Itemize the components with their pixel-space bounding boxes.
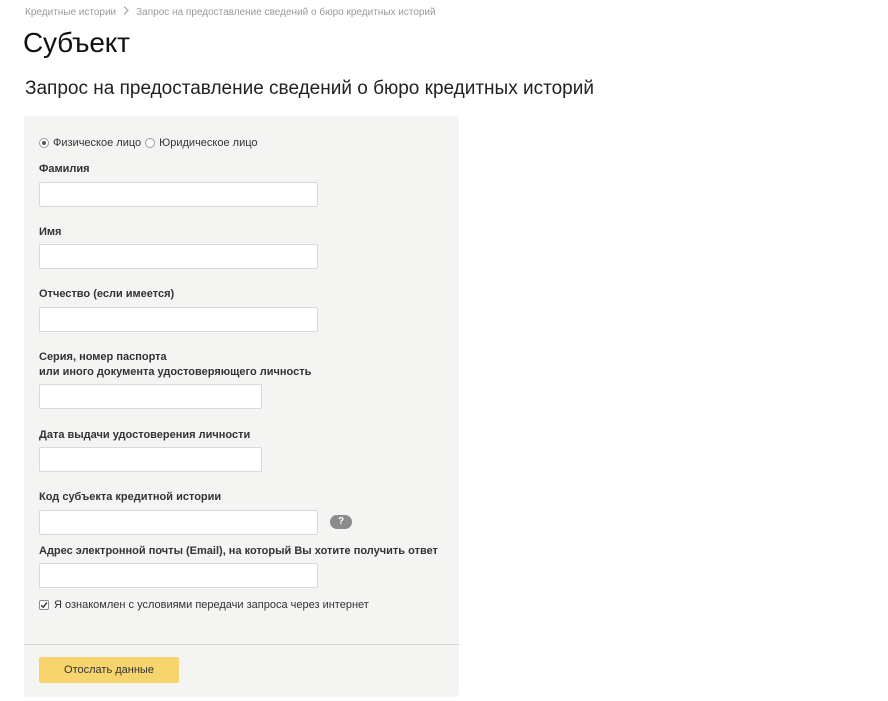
last-name-input[interactable] xyxy=(39,182,318,207)
first-name-input[interactable] xyxy=(39,244,318,269)
first-name-label: Имя xyxy=(39,226,62,238)
issue-date-label: Дата выдачи удостоверения личности xyxy=(39,429,251,441)
subject-type-radio-group: Физическое лицо Юридическое лицо xyxy=(39,137,262,149)
patronymic-label: Отчество (если имеется) xyxy=(39,288,175,300)
request-form: Физическое лицо Юридическое лицо Фамилия… xyxy=(24,116,459,697)
subject-code-input[interactable] xyxy=(39,510,318,535)
radio-legal-entity-label[interactable]: Юридическое лицо xyxy=(159,137,257,149)
submit-button[interactable]: Отослать данные xyxy=(39,657,179,683)
page-title: Субъект xyxy=(23,27,130,58)
breadcrumb: Кредитные истории Запрос на предоставлен… xyxy=(25,6,436,18)
subject-code-label: Код субъекта кредитной истории xyxy=(39,491,222,503)
breadcrumb-item-credit-histories[interactable]: Кредитные истории xyxy=(25,7,116,18)
passport-input[interactable] xyxy=(39,384,262,409)
last-name-label: Фамилия xyxy=(39,163,90,175)
issue-date-input[interactable] xyxy=(39,447,262,472)
patronymic-input[interactable] xyxy=(39,307,318,332)
email-label: Адрес электронной почты (Email), на кото… xyxy=(39,545,438,557)
radio-legal-entity[interactable] xyxy=(145,138,156,148)
chevron-right-icon xyxy=(123,6,129,18)
agreement-row: Я ознакомлен с условиями передачи запрос… xyxy=(39,599,369,611)
passport-label-line2: или иного документа удостоверяющего личн… xyxy=(39,366,312,378)
agreement-checkbox[interactable] xyxy=(39,600,49,610)
passport-label-line1: Серия, номер паспорта xyxy=(39,351,167,363)
breadcrumb-item-current[interactable]: Запрос на предоставление сведений о бюро… xyxy=(136,7,435,18)
radio-individual[interactable] xyxy=(39,138,49,148)
divider xyxy=(24,644,459,645)
email-input[interactable] xyxy=(39,563,318,588)
form-title: Запрос на предоставление сведений о бюро… xyxy=(25,78,594,99)
checkmark-icon xyxy=(40,602,48,609)
radio-individual-label[interactable]: Физическое лицо xyxy=(53,137,141,149)
agreement-label[interactable]: Я ознакомлен с условиями передачи запрос… xyxy=(54,599,369,611)
help-icon[interactable]: ? xyxy=(330,515,352,529)
